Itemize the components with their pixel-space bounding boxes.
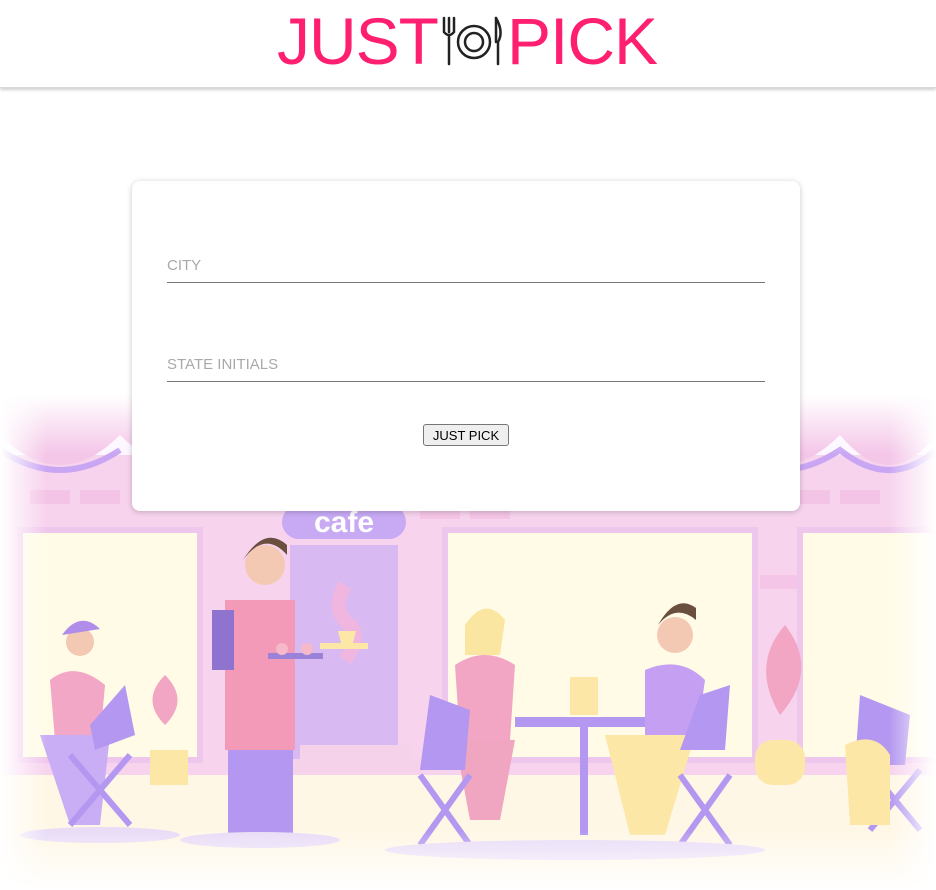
- logo[interactable]: JUST PICK: [277, 4, 658, 78]
- city-field: [167, 249, 765, 283]
- logo-text-right: PICK: [507, 4, 658, 78]
- logo-text-left: JUST: [277, 4, 439, 78]
- fork-plate-knife-icon: [442, 16, 502, 66]
- state-field: [167, 348, 765, 382]
- app-header: JUST PICK: [0, 0, 936, 88]
- just-pick-button[interactable]: JUST PICK: [423, 424, 509, 446]
- search-card: JUST PICK: [132, 181, 800, 511]
- state-initials-input[interactable]: [167, 348, 765, 381]
- city-input[interactable]: [167, 249, 765, 282]
